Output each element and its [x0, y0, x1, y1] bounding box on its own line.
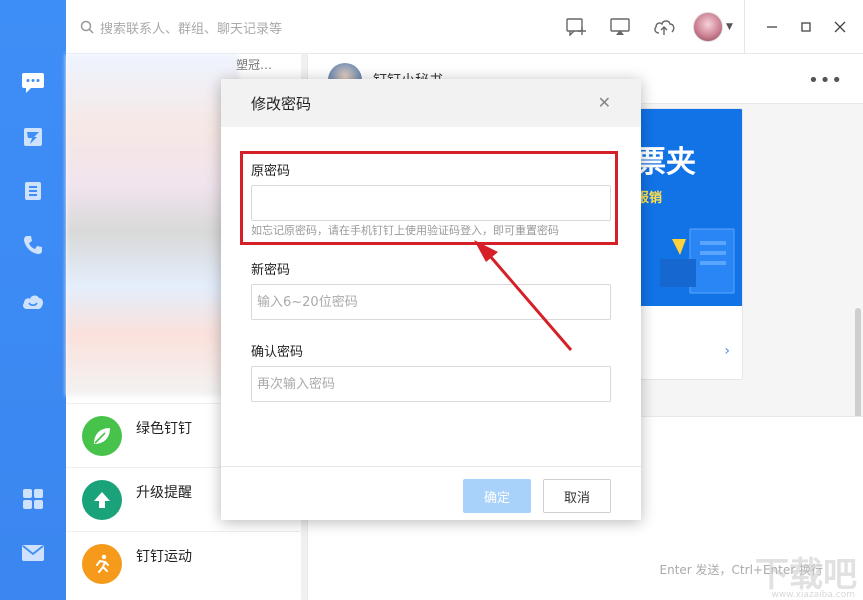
- cloud-icon[interactable]: [21, 289, 45, 313]
- avatar[interactable]: [693, 12, 724, 42]
- new-chat-icon[interactable]: [554, 0, 598, 54]
- chat-scrollbar[interactable]: [855, 308, 861, 418]
- new-password-label: 新密码: [251, 263, 291, 278]
- blurred-conversations: [66, 54, 239, 396]
- close-icon[interactable]: [823, 0, 857, 54]
- left-rail: [0, 0, 66, 600]
- minimize-icon[interactable]: [755, 0, 789, 54]
- confirm-button[interactable]: 确定: [463, 479, 531, 513]
- list-item-name: 钉钉运动: [136, 548, 192, 565]
- top-bar: 搜索联系人、群组、聊天记录等 ▼: [66, 0, 863, 54]
- message-card[interactable]: 票夹 报销 ›: [629, 108, 743, 380]
- watermark-url: www.xiazaiba.com: [771, 590, 855, 600]
- search-icon: [80, 20, 94, 34]
- leaf-icon: [82, 415, 122, 456]
- confirm-password-field[interactable]: [251, 366, 611, 402]
- confirm-password-label: 确认密码: [251, 345, 304, 360]
- list-item[interactable]: 钉钉运动: [66, 531, 300, 595]
- user-menu[interactable]: ▼: [686, 0, 740, 54]
- list-item-name: 升级提醒: [136, 484, 192, 501]
- apps-grid-icon[interactable]: [21, 487, 45, 511]
- phone-icon[interactable]: [21, 233, 45, 257]
- watermark: 下载吧: [755, 555, 857, 595]
- maximize-icon[interactable]: [789, 0, 823, 54]
- list-item-name: 绿色钉钉: [136, 420, 192, 437]
- change-password-dialog: 修改密码 ✕ 原密码 如忘记原密码，请在手机钉钉上使用验证码登入，即可重置密码 …: [221, 79, 641, 520]
- cloud-upload-icon[interactable]: [642, 0, 686, 54]
- chevron-right-icon[interactable]: ›: [724, 343, 730, 359]
- banner-title: 票夹: [636, 145, 696, 180]
- cancel-button[interactable]: 取消: [543, 479, 611, 513]
- screen-share-icon[interactable]: [598, 0, 642, 54]
- dialog-footer: 确定 取消: [221, 466, 641, 520]
- chevron-down-icon: ▼: [726, 22, 733, 32]
- contacts-icon[interactable]: [21, 179, 45, 203]
- divider: [744, 0, 745, 54]
- running-icon: [82, 543, 122, 584]
- top-actions: ▼: [554, 0, 863, 54]
- search-box[interactable]: 搜索联系人、群组、聊天记录等: [80, 16, 282, 38]
- close-icon[interactable]: ✕: [598, 93, 611, 112]
- dialog-header: 修改密码 ✕: [221, 79, 641, 127]
- chat-icon[interactable]: [21, 71, 45, 95]
- ding-icon[interactable]: [21, 125, 45, 149]
- new-password-field[interactable]: [251, 284, 611, 320]
- dialog-title: 修改密码: [251, 95, 312, 113]
- upload-arrow-icon: [82, 479, 122, 520]
- mail-icon[interactable]: [21, 541, 45, 565]
- banner-illustration-icon: [660, 228, 735, 294]
- card-banner: 票夹 报销: [630, 109, 742, 306]
- search-placeholder: 搜索联系人、群组、聊天记录等: [100, 21, 283, 37]
- blurred-item-title: 塑冠…: [236, 58, 273, 72]
- more-icon[interactable]: •••: [808, 70, 843, 91]
- highlight-box: [240, 151, 618, 245]
